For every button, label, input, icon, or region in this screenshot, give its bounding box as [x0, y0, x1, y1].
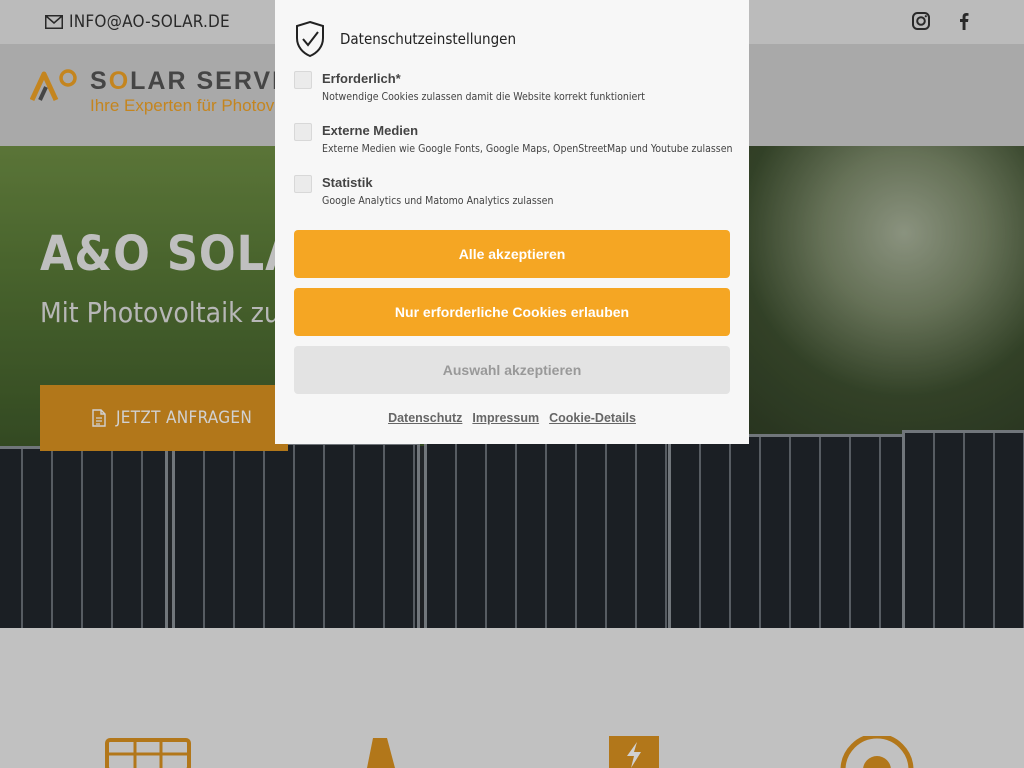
option-description: Externe Medien wie Google Fonts, Google … — [322, 143, 733, 155]
dialog-title: Datenschutzeinstellungen — [340, 30, 517, 48]
shield-check-icon — [296, 20, 324, 58]
option-description: Notwendige Cookies zulassen damit die We… — [322, 91, 645, 103]
statistics-checkbox[interactable] — [294, 175, 312, 193]
option-external-media: Externe Medien Externe Medien wie Google… — [294, 122, 733, 155]
cookie-details-link[interactable]: Cookie-Details — [549, 411, 636, 425]
option-label: Externe Medien — [322, 123, 419, 138]
accept-all-button[interactable]: Alle akzeptieren — [294, 230, 730, 278]
privacy-link[interactable]: Datenschutz — [388, 411, 462, 425]
option-label: Erforderlich* — [322, 71, 401, 86]
option-description: Google Analytics und Matomo Analytics zu… — [322, 195, 554, 207]
dialog-links: Datenschutz Impressum Cookie-Details — [275, 411, 749, 425]
cookie-consent-dialog: Datenschutzeinstellungen Erforderlich* N… — [275, 0, 749, 444]
imprint-link[interactable]: Impressum — [472, 411, 539, 425]
required-checkbox[interactable] — [294, 71, 312, 89]
option-required: Erforderlich* Notwendige Cookies zulasse… — [294, 70, 645, 103]
option-label: Statistik — [322, 175, 373, 190]
accept-necessary-button[interactable]: Nur erforderliche Cookies erlauben — [294, 288, 730, 336]
option-statistics: Statistik Google Analytics und Matomo An… — [294, 174, 553, 207]
external-media-checkbox[interactable] — [294, 123, 312, 141]
accept-selection-button[interactable]: Auswahl akzeptieren — [294, 346, 730, 394]
